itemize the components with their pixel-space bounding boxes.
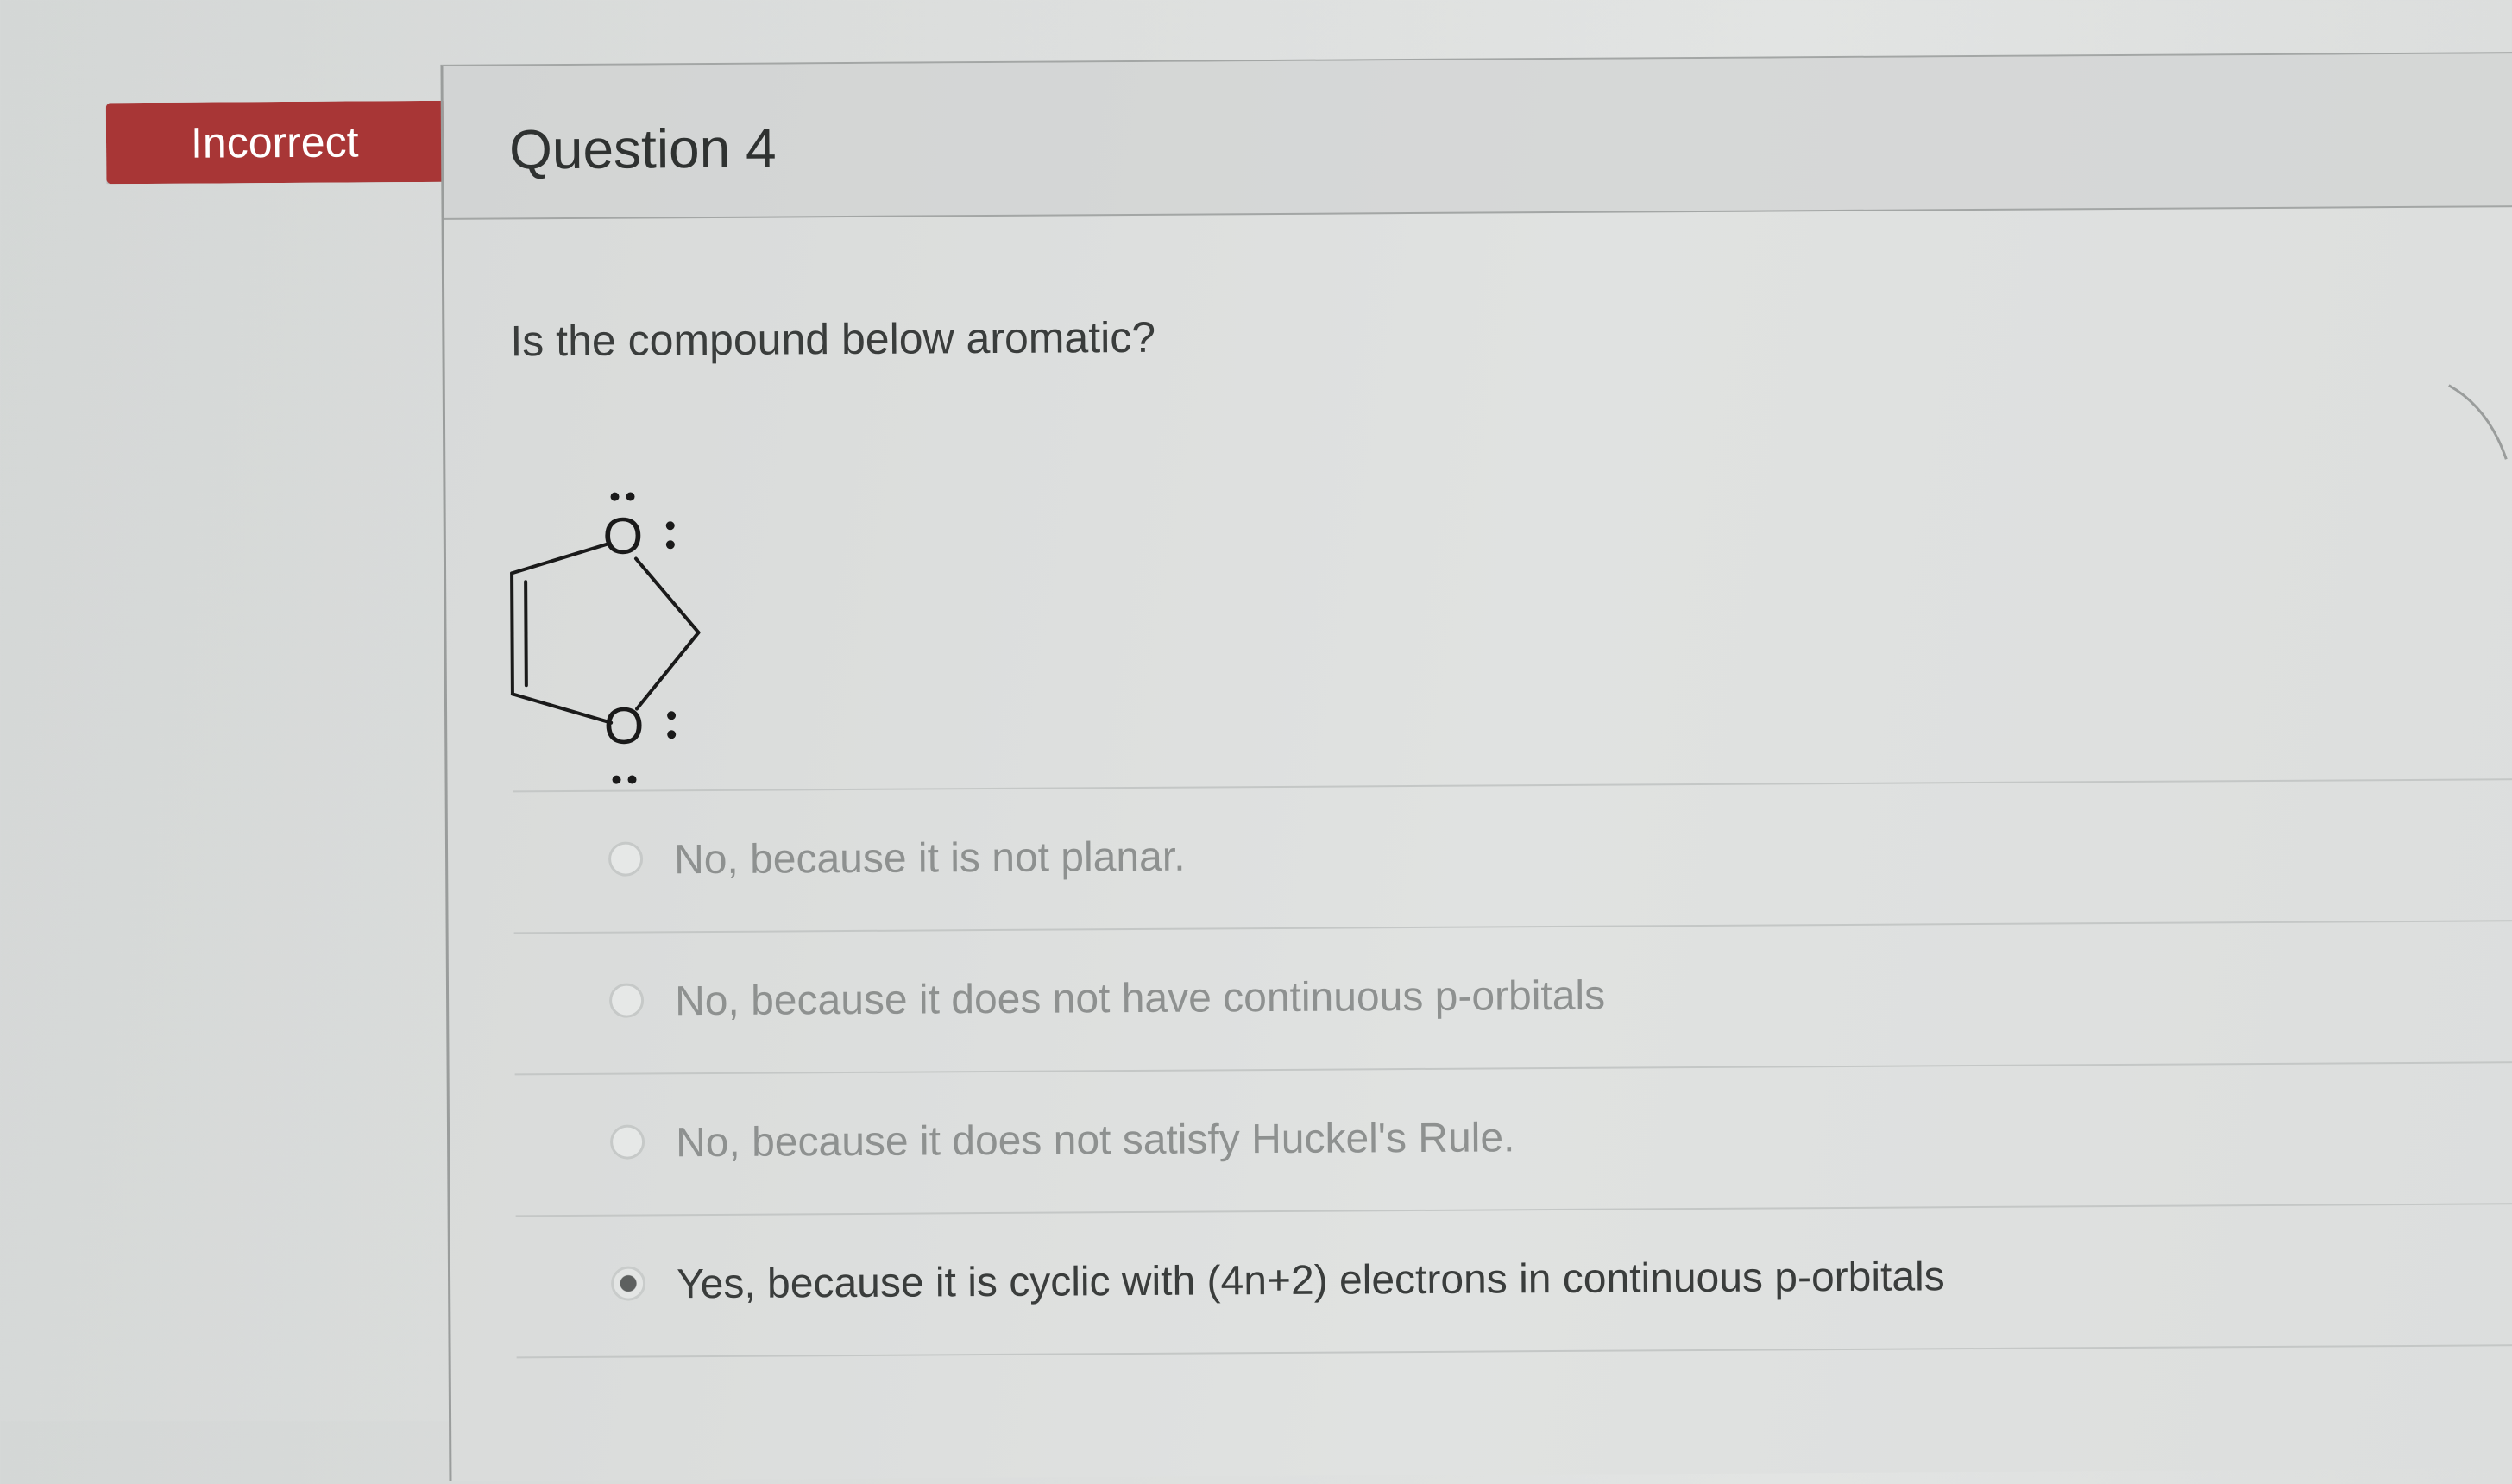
oxygen-atom-top: O xyxy=(602,506,643,564)
oxygen-atom-bottom: O xyxy=(604,696,645,754)
radio-selected-icon[interactable] xyxy=(610,1266,646,1301)
radio-unselected-icon[interactable] xyxy=(608,841,644,877)
answer-label: Yes, because it is cyclic with (4n+2) el… xyxy=(676,1254,1945,1308)
answer-option-4[interactable]: Yes, because it is cyclic with (4n+2) el… xyxy=(515,1202,2512,1359)
radio-unselected-icon[interactable] xyxy=(609,1124,645,1160)
dioxole-structure-icon: O O xyxy=(510,492,701,784)
answer-option-3[interactable]: No, because it does not satisfy Huckel's… xyxy=(514,1060,2512,1216)
answer-label: No, because it does not satisfy Huckel's… xyxy=(675,1115,1515,1166)
question-card: Question 4 Is the compound below aromati… xyxy=(440,51,2512,1481)
question-header: Question 4 xyxy=(443,53,2512,220)
answer-option-2[interactable]: No, because it does not have continuous … xyxy=(513,919,2512,1074)
question-title: Question 4 xyxy=(508,116,777,181)
answer-label: No, because it is not planar. xyxy=(673,833,1186,883)
status-label: Incorrect xyxy=(190,117,359,167)
quiz-page: Incorrect Question 4 Is the compound bel… xyxy=(0,0,2512,1481)
status-badge: Incorrect xyxy=(106,101,492,185)
answer-label: No, because it does not have continuous … xyxy=(674,972,1606,1025)
question-prompt: Is the compound below aromatic? xyxy=(510,312,1156,366)
pen-mark-icon xyxy=(2448,384,2508,460)
answer-option-1[interactable]: No, because it is not planar. xyxy=(513,777,2512,933)
answer-list: No, because it is not planar. No, becaus… xyxy=(513,777,2512,1359)
radio-unselected-icon[interactable] xyxy=(608,983,645,1018)
